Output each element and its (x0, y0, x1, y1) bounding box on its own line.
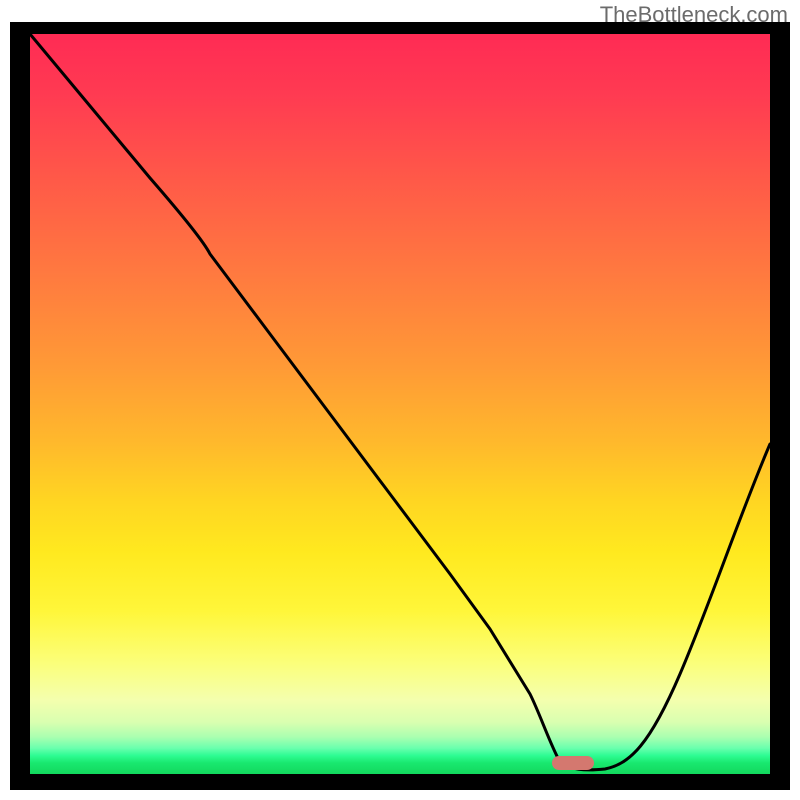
plot-frame (10, 22, 790, 790)
curve-svg (30, 34, 770, 774)
optimal-marker (552, 756, 594, 770)
bottleneck-curve (30, 34, 770, 770)
watermark-text: TheBottleneck.com (600, 2, 788, 28)
plot-area (30, 34, 770, 774)
